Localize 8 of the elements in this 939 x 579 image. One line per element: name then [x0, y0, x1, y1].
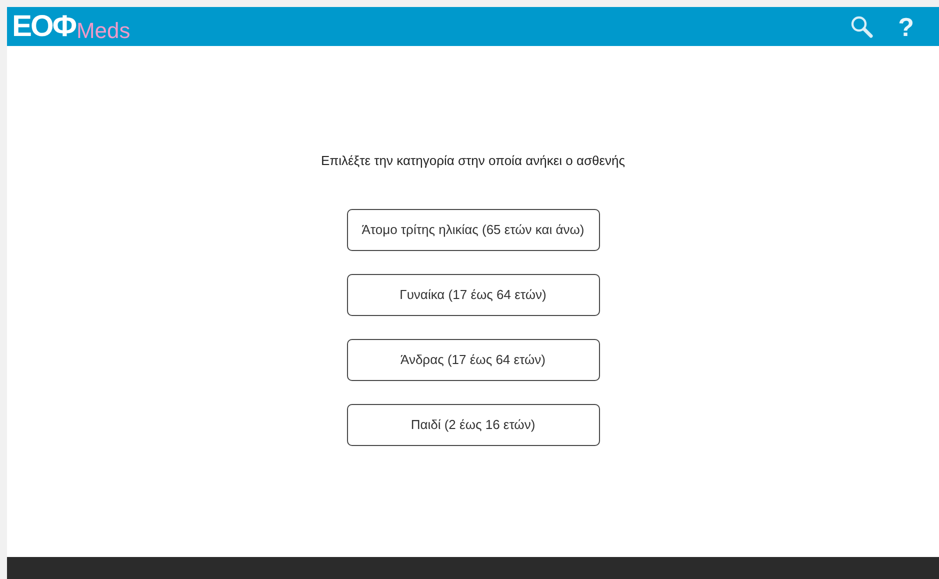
category-button[interactable]: Άτομο τρίτης ηλικίας (65 ετών και άνω) [346, 208, 600, 250]
logo-subtitle: Meds [76, 20, 130, 42]
prompt-text: Επιλέξτε την κατηγορία στην οποία ανήκει ο ασθενής [320, 152, 626, 170]
category-button[interactable]: Παιδί (2 έως 16 ετών) [346, 404, 600, 446]
search-icon[interactable] [850, 14, 874, 38]
category-button[interactable]: Άνδρας (17 έως 64 ετών) [346, 338, 600, 380]
logo-text: ΕΟΦ [12, 12, 76, 42]
category-button[interactable]: Γυναίκα (17 έως 64 ετών) [346, 274, 600, 316]
